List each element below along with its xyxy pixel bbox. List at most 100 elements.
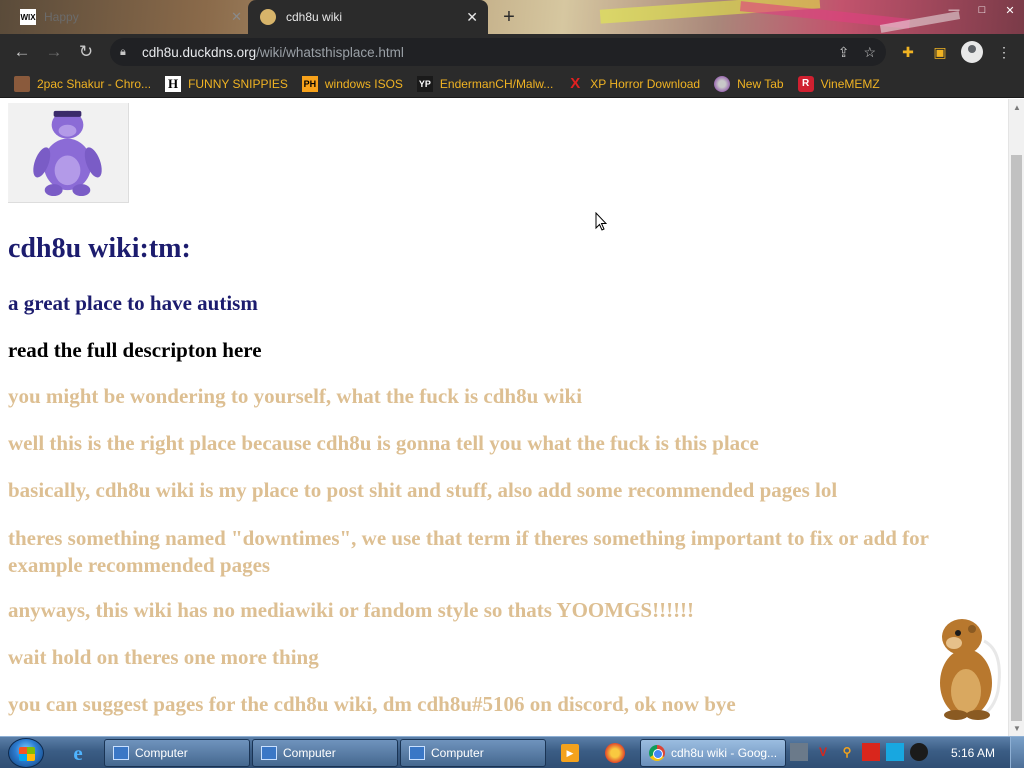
paragraph: anyways, this wiki has no mediawiki or f… — [8, 598, 695, 622]
taskbar-item-chrome[interactable]: cdh8u wiki - Goog... — [640, 739, 786, 767]
taskbar-item-label: Computer — [431, 746, 484, 760]
purple-gorilla-image — [8, 103, 129, 203]
wix-icon: WIX — [20, 9, 36, 25]
bookmark-funny-snippies[interactable]: H FUNNY SNIPPIES — [165, 75, 288, 92]
back-button[interactable]: ← — [6, 36, 38, 68]
bookmark-label: XP Horror Download — [590, 76, 701, 91]
taskbar-item-label: Computer — [283, 746, 336, 760]
address-bar[interactable]: 🔒︎ cdh8u.duckdns.org/wiki/whatsthisplace… — [110, 38, 886, 66]
maximize-button[interactable]: □ — [968, 0, 996, 20]
close-tab-icon[interactable]: ✕ — [466, 9, 478, 26]
windows-taskbar: e Computer Computer Computer ▶ cdh8u wik… — [0, 736, 1024, 768]
side-panel-icon[interactable]: ▣ — [928, 38, 952, 66]
forward-button[interactable]: → — [38, 36, 70, 68]
bookmark-2pac-shakur[interactable]: 2pac Shakur - Chro... — [14, 75, 152, 92]
taskbar-item-label: Computer — [135, 746, 188, 760]
url-domain: cdh8u.duckdns.org — [142, 44, 257, 60]
bookmark-vinememz[interactable]: R VineMEMZ — [797, 75, 880, 92]
yp-icon: YP — [416, 75, 433, 92]
close-window-button[interactable]: ✕ — [996, 0, 1024, 20]
profile-avatar-icon[interactable] — [960, 38, 984, 66]
tab-cdh8u-wiki[interactable]: cdh8u wiki ✕ — [248, 0, 488, 34]
bookmark-label: VineMEMZ — [820, 76, 880, 91]
tray-flag-icon[interactable] — [862, 743, 880, 761]
url-path: /wiki/whatsthisplace.html — [256, 44, 404, 60]
taskbar-item-computer[interactable]: Computer — [400, 739, 546, 767]
computer-icon — [261, 746, 277, 760]
paragraph: you can suggest pages for the cdh8u wiki… — [8, 692, 736, 716]
arrow-right-icon: → — [45, 42, 63, 61]
computer-icon — [113, 746, 129, 760]
paragraph: basically, cdh8u wiki is my place to pos… — [8, 478, 838, 502]
mouse-cursor-icon — [595, 212, 607, 231]
chrome-icon — [649, 745, 665, 761]
taskbar-item-computer[interactable]: Computer — [104, 739, 250, 767]
bookmark-label: 2pac Shakur - Chro... — [37, 76, 152, 91]
close-tab-icon[interactable]: ✕ — [231, 9, 242, 25]
menu-kebab-icon[interactable]: ⋮ — [992, 38, 1016, 66]
tab-happy[interactable]: WIX Happy ✕ — [12, 0, 248, 34]
bookmark-new-tab[interactable]: New Tab — [714, 75, 784, 92]
toolbar-actions: ✚ ▣ ⋮ — [896, 38, 1016, 66]
show-desktop-button[interactable] — [1010, 737, 1024, 768]
tray-app-icon[interactable] — [790, 743, 808, 761]
paint-app-icon[interactable] — [605, 743, 625, 763]
tray-app-circle-icon[interactable] — [910, 743, 928, 761]
paragraph: wait hold on theres one more thing — [8, 645, 319, 669]
bookmark-label: New Tab — [737, 76, 784, 91]
page-viewport[interactable]: cdh8u wiki:tm: a great place to have aut… — [0, 99, 1008, 736]
paragraph: well this is the right place because cdh… — [8, 431, 759, 455]
reload-button[interactable]: ↻ — [70, 36, 102, 68]
read-full-description-link[interactable]: read the full descripton here — [8, 338, 262, 363]
ph-icon: PH — [301, 75, 318, 92]
tab-title: cdh8u wiki — [286, 10, 343, 24]
r-icon: R — [797, 75, 814, 92]
windows-logo-icon — [19, 747, 35, 761]
bookmark-label: EndermanCH/Malw... — [439, 76, 554, 91]
bookmark-windows-isos[interactable]: PH windows ISOS — [301, 75, 403, 92]
site-icon — [260, 9, 276, 25]
media-player-icon[interactable]: ▶ — [561, 744, 579, 762]
scroll-up-arrow-icon[interactable]: ▲ — [1009, 99, 1024, 115]
computer-icon — [409, 746, 425, 760]
start-button[interactable] — [8, 738, 44, 768]
bookmark-photo-icon — [14, 75, 30, 92]
scrollbar-thumb[interactable] — [1011, 155, 1022, 721]
paragraph: you might be wondering to yourself, what… — [8, 384, 583, 408]
bookmarks-bar: 2pac Shakur - Chro... H FUNNY SNIPPIES P… — [0, 70, 1024, 98]
h-letter-icon: H — [165, 75, 182, 92]
tab-strip: WIX Happy ✕ cdh8u wiki ✕ + — □ ✕ — [0, 0, 1024, 34]
paragraph: theres something named "downtimes", we u… — [8, 526, 929, 577]
bookmark-label: FUNNY SNIPPIES — [188, 76, 288, 91]
new-tab-button[interactable]: + — [498, 0, 520, 34]
page-title: cdh8u wiki:tm: — [8, 233, 191, 264]
minimize-button[interactable]: — — [940, 0, 968, 20]
page-tagline: a great place to have autism — [8, 291, 258, 315]
bookmark-xp-horror[interactable]: X XP Horror Download — [567, 75, 701, 92]
browser-toolbar: ← → ↻ 🔒︎ cdh8u.duckdns.org/wiki/whatsthi… — [0, 34, 1024, 70]
gopher-mascot-image — [940, 619, 1001, 720]
reload-icon: ↻ — [78, 42, 94, 61]
tray-monitor-icon[interactable] — [886, 743, 904, 761]
x-icon: X — [570, 75, 581, 92]
star-bookmark-icon[interactable]: ☆ — [863, 44, 876, 61]
vertical-scrollbar[interactable]: ▲ ▼ — [1008, 99, 1024, 736]
internet-explorer-icon[interactable]: e — [66, 741, 90, 765]
system-tray: V ⚲ — [790, 743, 928, 761]
tray-v-icon[interactable]: V — [814, 743, 832, 761]
url-text[interactable]: cdh8u.duckdns.org/wiki/whatsthisplace.ht… — [142, 45, 404, 60]
taskbar-item-label: cdh8u wiki - Goog... — [671, 746, 778, 760]
globe-icon — [714, 75, 731, 92]
bookmark-endermanch[interactable]: YP EndermanCH/Malw... — [416, 75, 554, 92]
scroll-down-arrow-icon[interactable]: ▼ — [1009, 720, 1024, 736]
share-icon[interactable]: ⇪ — [838, 44, 850, 61]
extensions-puzzle-icon[interactable]: ✚ — [896, 38, 920, 66]
taskbar-clock[interactable]: 5:16 AM — [951, 746, 995, 760]
tab-title: Happy — [44, 10, 79, 24]
taskbar-item-computer[interactable]: Computer — [252, 739, 398, 767]
window-controls: — □ ✕ — [940, 0, 1024, 20]
lock-icon[interactable]: 🔒︎ — [120, 46, 134, 59]
bookmark-label: windows ISOS — [324, 76, 403, 91]
arrow-left-icon: ← — [13, 42, 31, 61]
tray-search-icon[interactable]: ⚲ — [838, 743, 856, 761]
